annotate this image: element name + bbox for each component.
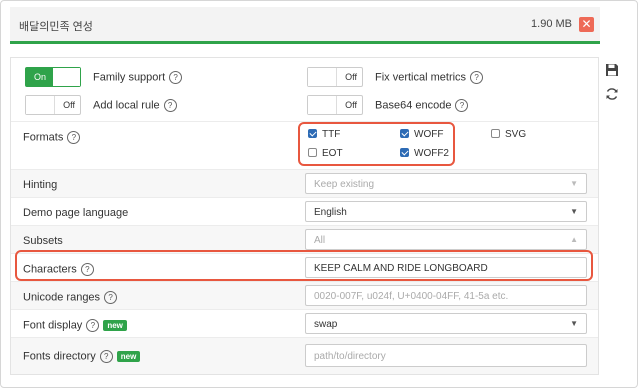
characters-highlight [15, 250, 593, 281]
fix-vertical-metrics-toggle[interactable]: Off [307, 67, 363, 87]
refresh-icon[interactable] [605, 87, 619, 101]
subsets-label: Subsets [23, 235, 63, 247]
fix-vertical-metrics-label: Fix vertical metrics [375, 71, 467, 84]
help-icon[interactable]: ? [86, 319, 100, 332]
fonts-directory-input[interactable]: path/to/directory [305, 344, 587, 367]
chevron-down-icon: ▼ [570, 207, 578, 216]
help-icon[interactable]: ? [455, 99, 469, 112]
chevron-up-icon: ▲ [570, 235, 578, 244]
family-support-label: Family support [93, 71, 166, 84]
unicode-ranges-label: Unicode ranges [23, 291, 101, 304]
demo-page-language-row: Demo page language English ▼ [11, 197, 598, 226]
formats-highlight [298, 122, 455, 166]
unicode-ranges-input[interactable]: 0020-007F, u024f, U+0400-04FF, 41-5a etc… [305, 285, 587, 306]
help-icon[interactable]: ? [99, 350, 113, 363]
font-name: 배달의민족 연성 [19, 21, 93, 33]
base64-encode-label: Base64 encode [375, 99, 452, 112]
format-svg-checkbox[interactable]: SVG [491, 129, 526, 140]
chevron-down-icon: ▼ [570, 179, 578, 188]
hinting-row: Hinting Keep existing ▼ [11, 169, 598, 198]
file-header: 배달의민족 연성 1.90 MB ✕ [10, 7, 600, 44]
toggle-state: Off [63, 100, 75, 110]
toggle-state: Off [345, 100, 357, 110]
family-support-row: On Family support? [25, 67, 285, 87]
toggle-state: Off [345, 72, 357, 82]
demo-page-language-select[interactable]: English ▼ [305, 201, 587, 222]
app-window: 배달의민족 연성 1.90 MB ✕ On Family support? Of… [0, 0, 638, 388]
font-display-label: Font display [23, 319, 83, 332]
fix-vertical-metrics-row: Off Fix vertical metrics? [307, 67, 587, 87]
add-local-rule-toggle[interactable]: Off [25, 95, 81, 115]
base64-encode-row: Off Base64 encode? [307, 95, 587, 115]
close-icon[interactable]: ✕ [579, 17, 594, 32]
unicode-ranges-row: Unicode ranges? 0020-007F, u024f, U+0400… [11, 281, 598, 310]
add-local-rule-label: Add local rule [93, 99, 160, 112]
subsets-select[interactable]: All ▲ [305, 229, 587, 250]
checkbox-box[interactable] [491, 129, 500, 138]
family-support-toggle[interactable]: On [25, 67, 81, 87]
base64-encode-toggle[interactable]: Off [307, 95, 363, 115]
toggle-state: On [26, 68, 54, 86]
fonts-directory-label: Fonts directory [23, 350, 96, 363]
new-badge: new [116, 351, 141, 362]
font-display-select[interactable]: swap ▼ [305, 313, 587, 334]
demo-page-language-label: Demo page language [23, 207, 129, 219]
hinting-label: Hinting [23, 179, 58, 191]
help-icon[interactable]: ? [163, 99, 177, 112]
hinting-select[interactable]: Keep existing ▼ [305, 173, 587, 194]
file-size: 1.90 MB [531, 18, 572, 30]
font-display-row: Font display? new swap ▼ [11, 309, 598, 338]
new-badge: new [103, 320, 127, 331]
help-icon[interactable]: ? [470, 71, 484, 84]
help-icon[interactable]: ? [104, 291, 118, 304]
save-icon[interactable] [605, 63, 619, 77]
help-icon[interactable]: ? [67, 131, 81, 144]
help-icon[interactable]: ? [169, 71, 183, 84]
fonts-directory-row: Fonts directory? new path/to/directory [11, 337, 598, 374]
formats-label: Formats [23, 131, 64, 144]
add-local-rule-row: Off Add local rule? [25, 95, 285, 115]
chevron-down-icon: ▼ [570, 319, 578, 328]
settings-panel: On Family support? Off Fix vertical metr… [10, 57, 599, 375]
